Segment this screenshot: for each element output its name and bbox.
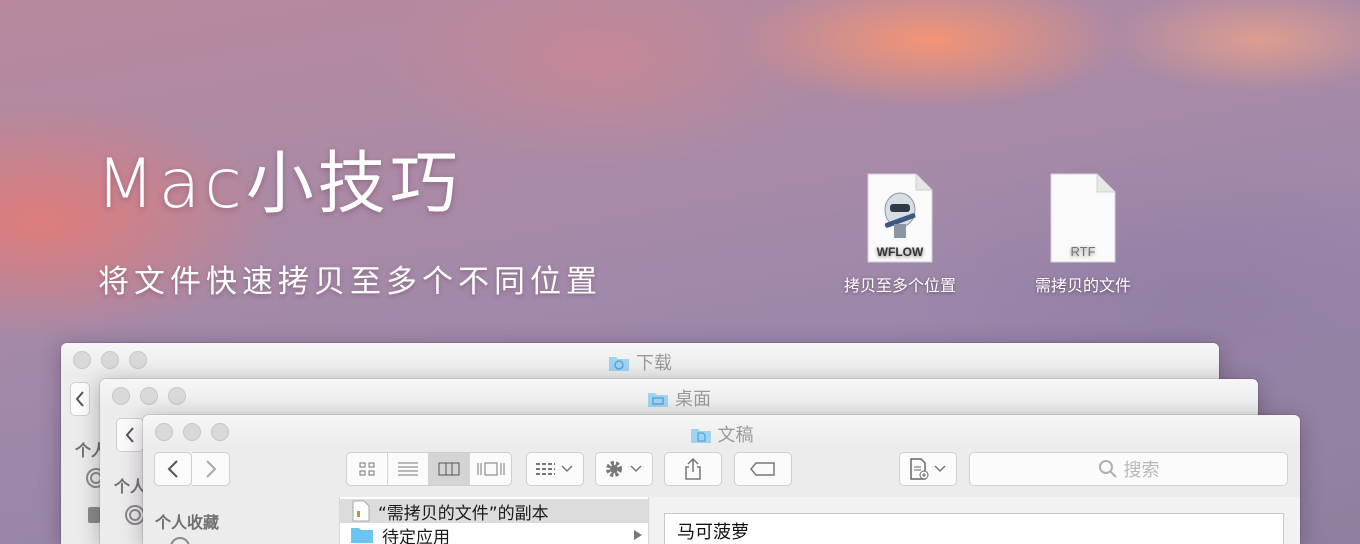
desktop-folder-icon: [648, 393, 668, 407]
back-nav-button-partial[interactable]: [70, 382, 90, 416]
desktop-icon-label: 拷贝至多个位置: [843, 276, 956, 295]
share-icon: [685, 458, 701, 480]
folder-icon: [351, 528, 373, 543]
chevron-left-icon: [125, 427, 134, 443]
automator-workflow-icon: WFLOW: [867, 173, 933, 263]
file-name: “需拷贝的文件”的副本: [378, 503, 549, 524]
new-document-menu-button[interactable]: [899, 452, 957, 486]
downloads-folder-icon: [609, 357, 629, 371]
chevron-left-icon: [167, 460, 178, 478]
view-gallery-mode-button[interactable]: [470, 453, 511, 485]
applications-icon: [88, 507, 100, 523]
finder-window-documents[interactable]: 文稿 搜索 个人收藏 “需拷贝的文件”的副本 待定应用 马可菠萝: [143, 415, 1300, 544]
tag-icon: [750, 462, 775, 476]
chevron-right-icon: [205, 460, 216, 478]
file-column[interactable]: “需拷贝的文件”的副本 待定应用: [339, 497, 649, 544]
window-title: 下载: [61, 349, 1219, 375]
hero-subtitle: 将文件快速拷贝至多个不同位置: [98, 264, 602, 300]
file-row-rtf-copy[interactable]: “需拷贝的文件”的副本: [340, 499, 648, 524]
hero-title: Mac小技巧: [96, 145, 462, 224]
view-icon-mode-button[interactable]: [347, 453, 388, 485]
sidebar-header: 个人: [114, 477, 147, 496]
desktop-icon-label: 需拷贝的文件: [1034, 276, 1131, 295]
forward-button[interactable]: [192, 452, 230, 486]
icon-view-icon: [359, 462, 375, 476]
view-list-mode-button[interactable]: [388, 453, 429, 485]
file-row-folder[interactable]: 待定应用: [340, 523, 648, 544]
file-name: 待定应用: [382, 527, 450, 544]
list-view-icon: [398, 462, 418, 476]
window-title: 桌面: [100, 385, 1258, 411]
group-icon: [536, 463, 573, 475]
search-icon: [1098, 460, 1117, 478]
preview-text: 马可菠萝: [677, 522, 749, 543]
group-by-button[interactable]: [526, 452, 584, 486]
rtf-badge: RTF: [1070, 244, 1095, 259]
titlebar[interactable]: 桌面: [100, 379, 1258, 413]
share-button[interactable]: [664, 452, 722, 486]
gear-icon: [606, 461, 642, 477]
back-nav-button-partial[interactable]: [116, 418, 144, 452]
view-mode-segmented-control[interactable]: [346, 452, 512, 486]
rtf-document-icon: RTF: [1050, 173, 1116, 263]
preview-document: 马可菠萝: [664, 513, 1284, 544]
view-column-mode-button[interactable]: [429, 453, 470, 485]
sidebar-header-favorites: 个人收藏: [155, 513, 220, 532]
preview-pane: 马可菠萝: [650, 497, 1300, 544]
airdrop-icon: [170, 537, 190, 544]
workflow-badge: WFLOW: [877, 245, 924, 259]
gallery-view-icon: [477, 462, 504, 476]
titlebar[interactable]: 文稿: [143, 415, 1300, 449]
back-button[interactable]: [154, 452, 192, 486]
action-menu-button[interactable]: [595, 452, 653, 486]
disclosure-triangle-icon: [634, 530, 642, 540]
chevron-left-icon: [75, 391, 84, 407]
desktop-icon-rtf[interactable]: RTF 需拷贝的文件: [1008, 172, 1158, 296]
tags-button[interactable]: [734, 452, 792, 486]
search-placeholder: 搜索: [1123, 460, 1160, 481]
titlebar[interactable]: 下载: [61, 343, 1219, 377]
search-field[interactable]: 搜索: [969, 452, 1288, 486]
rtf-file-icon: [352, 500, 370, 522]
new-document-icon: [910, 458, 946, 480]
documents-folder-icon: [690, 429, 711, 443]
window-title: 文稿: [143, 421, 1300, 447]
desktop-icon-workflow[interactable]: WFLOW 拷贝至多个位置: [825, 172, 975, 296]
column-view-icon: [438, 462, 460, 476]
